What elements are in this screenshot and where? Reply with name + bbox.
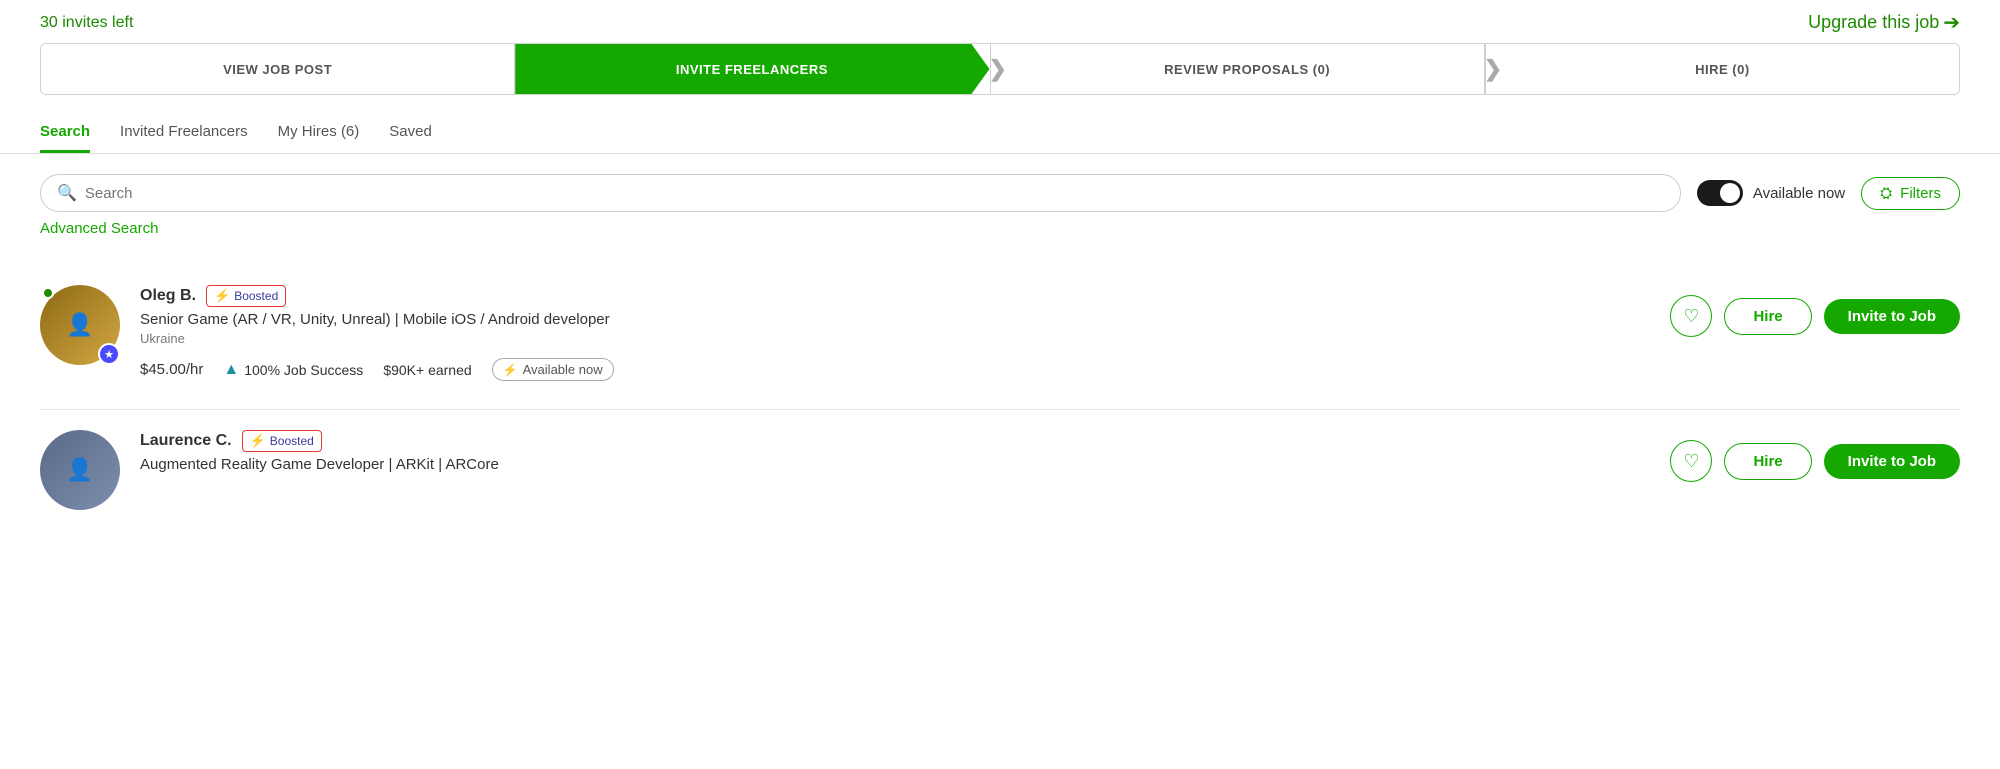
boost-icon-oleg: ⚡ — [214, 288, 230, 304]
boosted-badge-laurence: ⚡ Boosted — [242, 430, 322, 452]
progress-bar: VIEW JOB POST INVITE FREELANCERS ❯ REVIE… — [40, 43, 1960, 95]
avatar-wrap-laurence: 👤 — [40, 430, 120, 510]
chevron-icon-2: ❯ — [1484, 56, 1503, 82]
name-row-oleg: Oleg B. ⚡ Boosted — [140, 285, 1650, 307]
search-box: 🔍 — [40, 174, 1681, 212]
step-invite-freelancers[interactable]: INVITE FREELANCERS — [515, 44, 989, 94]
toggle-switch[interactable] — [1697, 180, 1743, 206]
available-now-toggle[interactable]: Available now — [1697, 180, 1845, 206]
advanced-search-link[interactable]: Advanced Search — [0, 220, 2000, 237]
step-hire[interactable]: ❯ HIRE (0) — [1485, 44, 1959, 94]
name-row-laurence: Laurence C. ⚡ Boosted — [140, 430, 1650, 452]
filter-icon: ⛭ — [1880, 185, 1892, 202]
hire-button-laurence[interactable]: Hire — [1724, 443, 1811, 480]
freelancer-name-oleg: Oleg B. — [140, 287, 196, 305]
freelancer-title-laurence: Augmented Reality Game Developer | ARKit… — [140, 456, 1650, 473]
invites-left: 30 invites left — [40, 14, 133, 32]
freelancer-title-oleg: Senior Game (AR / VR, Unity, Unreal) | M… — [140, 311, 1650, 328]
invite-button-oleg[interactable]: Invite to Job — [1824, 299, 1960, 334]
hire-button-oleg[interactable]: Hire — [1724, 298, 1811, 335]
search-input[interactable] — [85, 185, 1664, 202]
upgrade-link[interactable]: Upgrade this job ➔ — [1808, 10, 1960, 35]
tabs-row: Search Invited Freelancers My Hires (6) … — [0, 115, 2000, 154]
freelancer-info-oleg: Oleg B. ⚡ Boosted Senior Game (AR / VR, … — [140, 285, 1650, 381]
star-icon: ★ — [104, 348, 114, 361]
boost-icon-laurence: ⚡ — [250, 433, 266, 449]
search-icon: 🔍 — [57, 183, 77, 203]
search-row: 🔍 Available now ⛭ Filters — [0, 174, 2000, 212]
online-indicator-oleg — [42, 287, 54, 299]
freelancer-name-laurence: Laurence C. — [140, 432, 232, 450]
tab-my-hires[interactable]: My Hires (6) — [278, 115, 360, 153]
stats-row-oleg: $45.00/hr ▲ 100% Job Success $90K+ earne… — [140, 358, 1650, 381]
avatar-laurence: 👤 — [40, 430, 120, 510]
top-bar: 30 invites left Upgrade this job ➔ — [0, 0, 2000, 43]
card-actions-laurence: ♡ Hire Invite to Job — [1670, 440, 1960, 482]
upgrade-arrow-icon: ➔ — [1943, 10, 1960, 35]
step-review-proposals[interactable]: ❯ REVIEW PROPOSALS (0) — [990, 44, 1485, 94]
freelancer-location-oleg: Ukraine — [140, 331, 1650, 346]
chevron-icon-1: ❯ — [989, 56, 1008, 82]
rate-oleg: $45.00/hr — [140, 361, 203, 378]
freelancer-card-oleg: 👤 ★ Oleg B. ⚡ Boosted Senior Game (AR / … — [40, 257, 1960, 410]
avatar-wrap-oleg: 👤 ★ — [40, 285, 120, 365]
heart-icon-oleg: ♡ — [1683, 306, 1699, 327]
invite-button-laurence[interactable]: Invite to Job — [1824, 444, 1960, 479]
freelancer-info-laurence: Laurence C. ⚡ Boosted Augmented Reality … — [140, 430, 1650, 476]
tab-invited-freelancers[interactable]: Invited Freelancers — [120, 115, 248, 153]
top-rated-badge-oleg: ★ — [98, 343, 120, 365]
step-view-job[interactable]: VIEW JOB POST — [41, 44, 515, 94]
job-success-oleg: ▲ 100% Job Success — [223, 361, 363, 379]
tab-saved[interactable]: Saved — [389, 115, 432, 153]
available-badge-oleg: ⚡ Available now — [492, 358, 614, 381]
toggle-knob — [1720, 183, 1740, 203]
heart-icon-laurence: ♡ — [1683, 451, 1699, 472]
filters-button[interactable]: ⛭ Filters — [1861, 177, 1960, 210]
earned-oleg: $90K+ earned — [383, 362, 471, 378]
tab-search[interactable]: Search — [40, 115, 90, 153]
boosted-badge-oleg: ⚡ Boosted — [206, 285, 286, 307]
save-button-oleg[interactable]: ♡ — [1670, 295, 1712, 337]
freelancer-list: 👤 ★ Oleg B. ⚡ Boosted Senior Game (AR / … — [0, 257, 2000, 510]
card-actions-oleg: ♡ Hire Invite to Job — [1670, 295, 1960, 337]
bolt-icon-oleg: ⚡ — [503, 363, 518, 377]
freelancer-card-laurence: 👤 Laurence C. ⚡ Boosted Augmented Realit… — [40, 410, 1960, 510]
save-button-laurence[interactable]: ♡ — [1670, 440, 1712, 482]
success-icon-oleg: ▲ — [223, 361, 239, 379]
